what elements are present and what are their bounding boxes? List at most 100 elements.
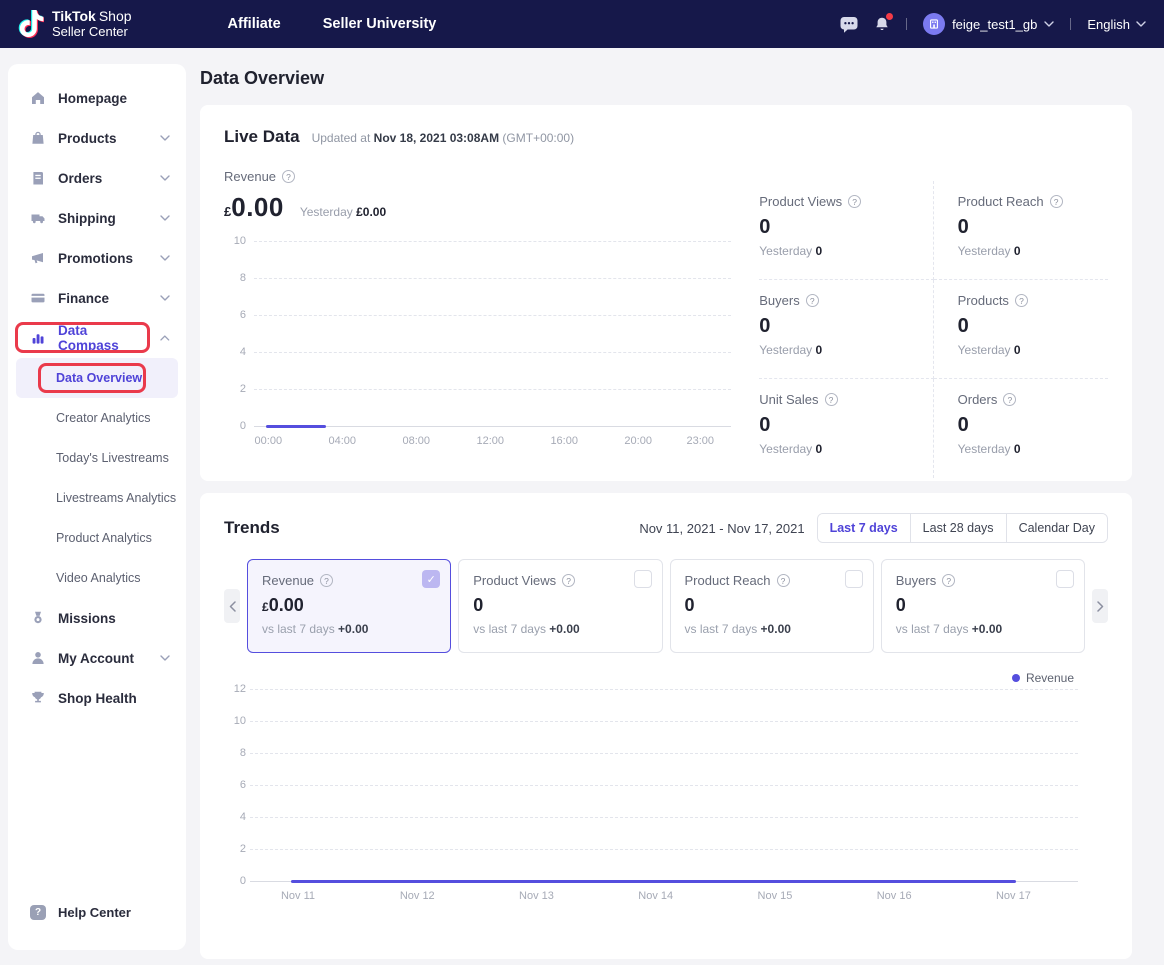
question-circle-icon[interactable] — [1015, 294, 1028, 307]
x-axis: 00:00 04:00 08:00 12:00 16:00 20:00 23:0… — [254, 435, 731, 449]
sidebar-item-shop-health[interactable]: Shop Health — [8, 678, 186, 718]
sidebar-subitem-video-analytics[interactable]: Video Analytics — [8, 558, 186, 598]
sidebar-item-orders[interactable]: Orders — [8, 158, 186, 198]
question-circle-icon[interactable] — [777, 574, 790, 587]
x-tick: 08:00 — [402, 435, 430, 447]
y-tick: 2 — [224, 383, 246, 395]
gridline — [254, 389, 731, 390]
sidebar-item-products[interactable]: Products — [8, 118, 186, 158]
sidebar-item-my-account[interactable]: My Account — [8, 638, 186, 678]
product-reach-checkbox[interactable] — [845, 570, 863, 588]
currency-symbol: £ — [224, 204, 231, 219]
buyers-checkbox[interactable] — [1056, 570, 1074, 588]
metric-card-product-views[interactable]: Product Views 0 vs last 7 days +0.00 — [458, 559, 662, 653]
sidebar-item-promotions[interactable]: Promotions — [8, 238, 186, 278]
revenue-line-segment — [266, 425, 326, 428]
sidebar-subitem-product-analytics[interactable]: Product Analytics — [8, 518, 186, 558]
sidebar-subitem-label: Livestreams Analytics — [56, 491, 176, 505]
sidebar-item-label: Homepage — [58, 91, 127, 106]
chevron-down-icon — [160, 175, 170, 181]
yesterday-label: Yesterday — [958, 442, 1011, 456]
carousel-prev-button[interactable] — [224, 589, 240, 623]
sidebar-subitem-livestreams-analytics[interactable]: Livestreams Analytics — [8, 478, 186, 518]
question-circle-icon[interactable] — [942, 574, 955, 587]
date-range: Nov 11, 2021 - Nov 17, 2021 — [639, 521, 804, 536]
chevron-down-icon — [160, 295, 170, 301]
stat-value: 0 — [958, 414, 1108, 437]
chart-legend: Revenue — [224, 671, 1108, 685]
metric-card-value: 0 — [473, 595, 483, 616]
compare-label: vs last 7 days — [685, 622, 758, 636]
sidebar-item-homepage[interactable]: Homepage — [8, 78, 186, 118]
nav-link-affiliate[interactable]: Affiliate — [228, 16, 281, 32]
product-views-checkbox[interactable] — [634, 570, 652, 588]
sidebar-subitem-data-overview[interactable]: Data Overview — [16, 358, 178, 398]
range-last-28-days[interactable]: Last 28 days — [910, 514, 1006, 542]
stat-value: 0 — [759, 315, 932, 338]
metric-card-revenue[interactable]: Revenue £0.00 vs last 7 days +0.00 — [247, 559, 451, 653]
x-tick: 16:00 — [550, 435, 578, 447]
range-last-7-days[interactable]: Last 7 days — [818, 514, 910, 542]
home-icon — [30, 90, 46, 106]
compare-value: +0.00 — [761, 622, 791, 636]
compare-value: +0.00 — [549, 622, 579, 636]
messages-icon[interactable] — [840, 16, 858, 33]
logo-seller-center: Seller Center — [52, 25, 132, 40]
x-tick: Nov 16 — [877, 890, 912, 902]
sidebar-subitem-creator-analytics[interactable]: Creator Analytics — [8, 398, 186, 438]
question-circle-icon[interactable] — [825, 393, 838, 406]
carousel-next-button[interactable] — [1092, 589, 1108, 623]
metric-card-label: Product Views — [473, 573, 556, 588]
language-selector[interactable]: English — [1087, 17, 1146, 32]
stat-value: 0 — [958, 315, 1108, 338]
person-icon — [30, 650, 46, 666]
sidebar-item-label: Missions — [58, 611, 116, 626]
metric-card-value: 0 — [896, 595, 906, 616]
sidebar-item-help-center[interactable]: ? Help Center — [8, 905, 186, 920]
compare-label: vs last 7 days — [896, 622, 969, 636]
stat-value: 0 — [759, 216, 932, 239]
yesterday-label: Yesterday — [759, 343, 812, 357]
nav-link-seller-university[interactable]: Seller University — [323, 16, 437, 32]
chevron-down-icon — [160, 655, 170, 661]
sidebar-subitem-label: Data Overview — [56, 371, 142, 385]
stat-buyers: Buyers 0 Yesterday 0 — [759, 280, 933, 379]
question-circle-icon[interactable] — [806, 294, 819, 307]
sidebar-item-missions[interactable]: Missions — [8, 598, 186, 638]
sidebar-item-data-compass[interactable]: Data Compass — [8, 318, 186, 358]
question-circle-icon[interactable] — [282, 170, 295, 183]
trends-title: Trends — [224, 518, 280, 538]
metric-card-buyers[interactable]: Buyers 0 vs last 7 days +0.00 — [881, 559, 1085, 653]
chevron-down-icon — [160, 135, 170, 141]
y-tick: 10 — [224, 235, 246, 247]
main-content: Data Overview Live Data Updated at Nov 1… — [200, 48, 1132, 959]
live-stats-grid: Product Views 0 Yesterday 0 Product Reac… — [759, 181, 1108, 478]
x-tick: Nov 11 — [281, 890, 315, 902]
x-tick: 12:00 — [476, 435, 504, 447]
sidebar-item-shipping[interactable]: Shipping — [8, 198, 186, 238]
y-tick: 8 — [224, 747, 246, 759]
stat-value: 0 — [958, 216, 1108, 239]
sidebar-item-finance[interactable]: Finance — [8, 278, 186, 318]
user-menu[interactable]: feige_test1_gb — [923, 13, 1054, 35]
help-question-icon: ? — [30, 905, 46, 920]
range-calendar-day[interactable]: Calendar Day — [1006, 514, 1107, 542]
question-circle-icon[interactable] — [1050, 195, 1063, 208]
sidebar-subitem-todays-livestreams[interactable]: Today's Livestreams — [8, 438, 186, 478]
live-revenue-chart: 10 8 6 4 2 0 00:00 — [224, 241, 735, 455]
tiktok-logo[interactable]: TikTokShop Seller Center — [18, 8, 132, 39]
revenue-checkbox-checked[interactable] — [422, 570, 440, 588]
legend-dot-icon — [1012, 674, 1020, 682]
metric-card-product-reach[interactable]: Product Reach 0 vs last 7 days +0.00 — [670, 559, 874, 653]
metric-card-label: Buyers — [896, 573, 936, 588]
x-axis: Nov 11 Nov 12 Nov 13 Nov 14 Nov 15 Nov 1… — [250, 890, 1078, 904]
question-circle-icon[interactable] — [1003, 393, 1016, 406]
question-circle-icon[interactable] — [320, 574, 333, 587]
sidebar-subitem-label: Product Analytics — [56, 531, 152, 545]
notifications-bell-icon[interactable] — [874, 16, 890, 33]
yesterday-label: Yesterday — [958, 244, 1011, 258]
question-circle-icon[interactable] — [562, 574, 575, 587]
question-circle-icon[interactable] — [848, 195, 861, 208]
stat-label: Product Views — [759, 194, 842, 209]
sidebar-subitem-label: Today's Livestreams — [56, 451, 169, 465]
